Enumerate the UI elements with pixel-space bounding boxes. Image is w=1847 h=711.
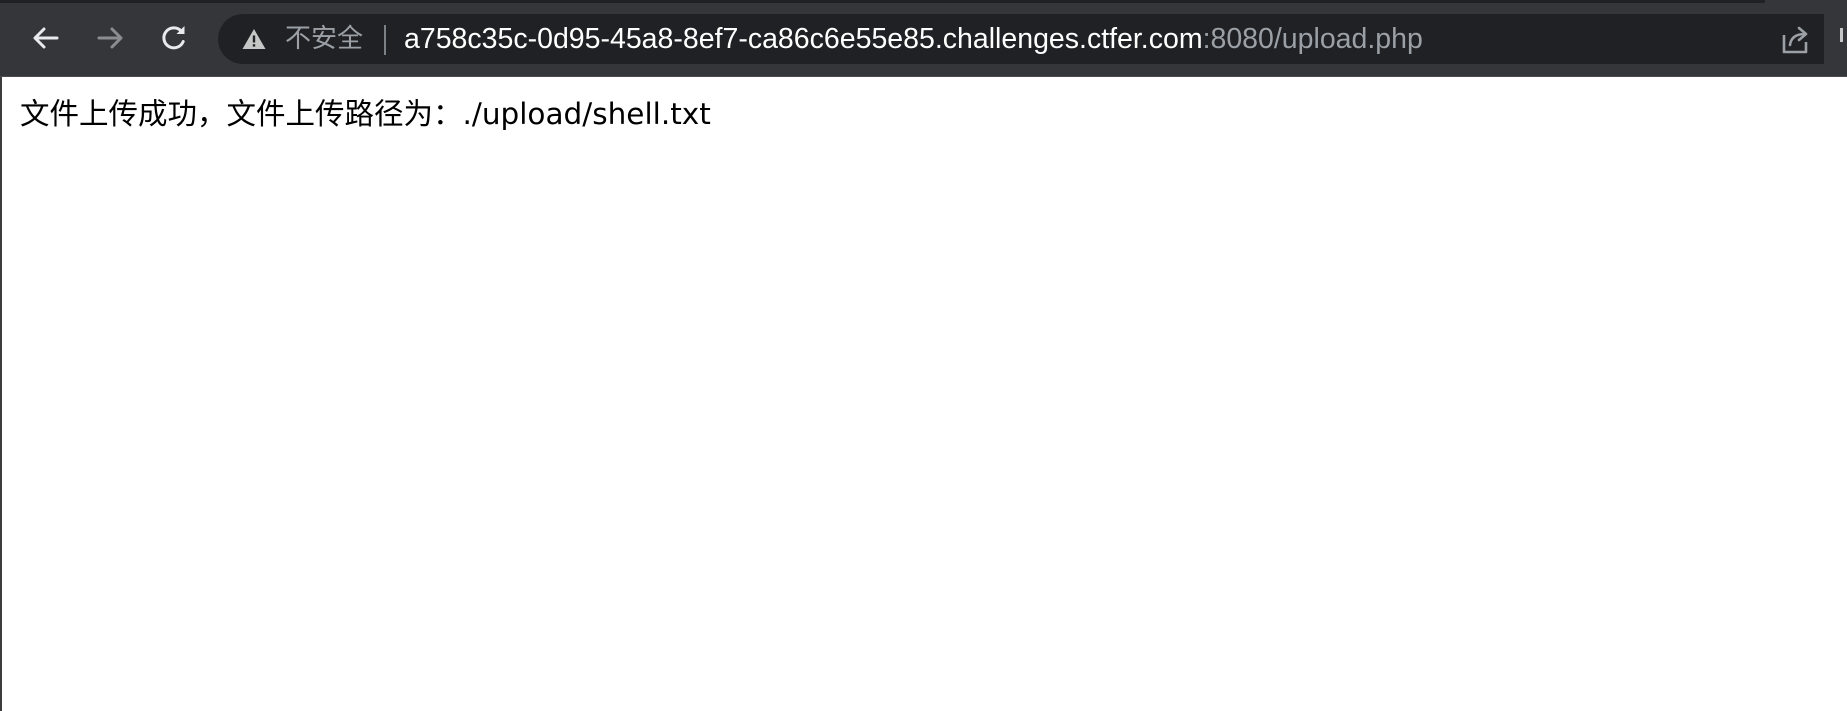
back-button[interactable] — [26, 18, 66, 58]
security-status-label[interactable]: 不安全 — [285, 20, 363, 58]
upload-result-message: 文件上传成功，文件上传路径为：./upload/shell.txt — [20, 97, 711, 131]
warning-triangle-icon[interactable] — [241, 27, 267, 51]
window-top-strip — [0, 0, 1765, 3]
window-edge-mark — [1840, 28, 1843, 42]
arrow-right-icon — [97, 27, 123, 49]
url-path[interactable]: :8080/upload.php — [1203, 23, 1423, 55]
page-content: 文件上传成功，文件上传路径为：./upload/shell.txt — [2, 77, 1847, 711]
forward-button[interactable] — [90, 18, 130, 58]
omnibox-divider — [384, 25, 386, 55]
reload-button[interactable] — [154, 18, 194, 58]
reload-icon — [162, 26, 185, 50]
arrow-left-icon — [33, 27, 59, 49]
browser-toolbar: 不安全 a758c35c-0d95-45a8-8ef7-ca86c6e55e85… — [0, 0, 1847, 77]
url-host[interactable]: a758c35c-0d95-45a8-8ef7-ca86c6e55e85.cha… — [404, 23, 1203, 55]
url-text[interactable]: a758c35c-0d95-45a8-8ef7-ca86c6e55e85.cha… — [404, 20, 1423, 58]
share-icon[interactable] — [1778, 23, 1812, 57]
